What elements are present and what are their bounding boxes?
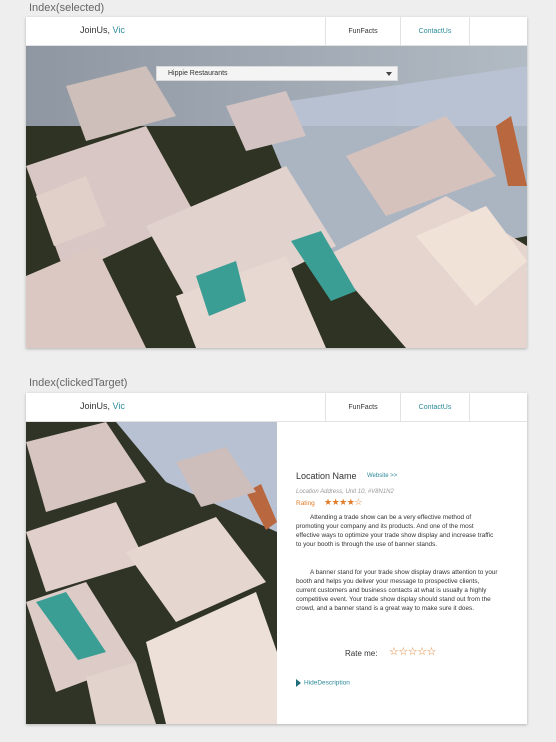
rate-me-label: Rate me: — [345, 649, 378, 658]
star-filled-icon: ★ — [339, 497, 347, 507]
rating-stars: ★★★★☆ — [324, 497, 362, 508]
top-nav: JoinUs, Vic FunFacts ContactUs — [26, 393, 527, 422]
nav-contactus[interactable]: ContactUs — [400, 393, 469, 422]
chevron-down-icon — [386, 72, 392, 76]
city-map-render — [26, 422, 277, 724]
category-dropdown[interactable]: Hippie Restaurants — [156, 66, 398, 81]
star-empty-icon[interactable]: ☆ — [398, 646, 408, 658]
hide-description-toggle[interactable]: HideDescription — [296, 679, 350, 687]
brand[interactable]: JoinUs, Vic — [80, 401, 125, 411]
rating-label: Rating — [296, 500, 315, 507]
star-empty-icon[interactable]: ☆ — [408, 646, 418, 658]
star-empty-icon[interactable]: ☆ — [427, 646, 437, 658]
website-link[interactable]: Website >> — [367, 473, 397, 479]
city-map-render — [26, 46, 527, 348]
city-map[interactable]: Hippie Restaurants — [26, 46, 527, 348]
description-paragraph: Attending a trade show can be a very eff… — [296, 514, 494, 548]
description-paragraph: A banner stand for your trade show displ… — [296, 569, 498, 612]
nav-contactus[interactable]: ContactUs — [400, 17, 469, 46]
star-filled-icon: ★ — [324, 497, 332, 507]
screen-index-selected: JoinUs, Vic FunFacts ContactUs Hippie Re… — [26, 17, 527, 348]
frame-label: Index(selected) — [29, 2, 105, 14]
nav-empty-slot — [469, 17, 527, 46]
star-empty-icon: ☆ — [354, 497, 362, 507]
category-dropdown-value: Hippie Restaurants — [168, 70, 228, 77]
brand-prefix: JoinUs, — [80, 401, 111, 411]
frame-label: Index(clickedTarget) — [29, 377, 128, 389]
nav-funfacts[interactable]: FunFacts — [325, 393, 400, 422]
top-nav: JoinUs, Vic FunFacts ContactUs — [26, 17, 527, 46]
brand-username: Vic — [112, 25, 125, 35]
rate-me-stars[interactable]: ☆☆☆☆☆ — [389, 645, 436, 658]
star-empty-icon[interactable]: ☆ — [417, 646, 427, 658]
city-map[interactable] — [26, 422, 277, 724]
hide-description-label: HideDescription — [304, 679, 350, 687]
triangle-right-icon — [296, 679, 301, 687]
screen-index-clicked-target: JoinUs, Vic FunFacts ContactUs Location … — [26, 393, 527, 724]
nav-funfacts[interactable]: FunFacts — [325, 17, 400, 46]
location-address: Location Address, Unit 10, #V8N1N2 — [296, 489, 394, 495]
location-name: Location Name — [296, 471, 357, 481]
brand-username: Vic — [112, 401, 125, 411]
location-detail-panel: Location Name Website >> Location Addres… — [277, 423, 527, 724]
nav-empty-slot — [469, 393, 527, 422]
star-empty-icon[interactable]: ☆ — [389, 646, 399, 658]
brand[interactable]: JoinUs, Vic — [80, 25, 125, 35]
brand-prefix: JoinUs, — [80, 25, 111, 35]
